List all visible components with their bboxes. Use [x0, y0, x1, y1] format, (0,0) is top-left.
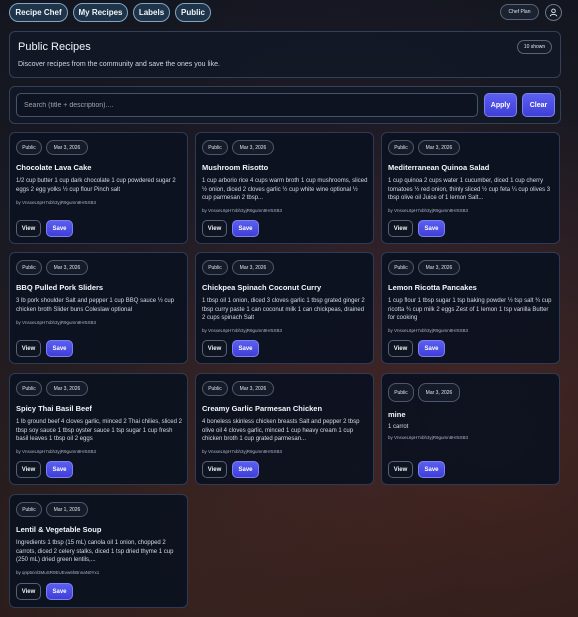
recipe-card: Public Mar 1, 2026 Lentil & Vegetable So…: [9, 494, 188, 608]
page-title: Public Recipes: [18, 41, 91, 53]
date-badge: Mar 3, 2026: [418, 140, 460, 155]
plan-badge[interactable]: Chef Plan: [500, 4, 539, 20]
recipe-title: Creamy Garlic Parmesan Chicken: [202, 404, 323, 413]
recipe-author: by VnsxeL6pH7xbh3yjR9gumn8Hr5XB3: [388, 328, 469, 333]
date-badge: Mar 3, 2026: [46, 260, 88, 275]
visibility-badge: Public: [16, 140, 42, 155]
date-badge: Mar 3, 2026: [418, 383, 460, 402]
nav-public[interactable]: Public: [175, 3, 211, 22]
date-badge: Mar 3, 2026: [232, 140, 274, 155]
nav-labels[interactable]: Labels: [133, 3, 170, 22]
nav-my-recipes[interactable]: My Recipes: [73, 3, 128, 22]
recipe-card: Public Mar 3, 2026 Chickpea Spinach Coco…: [195, 252, 374, 364]
recipe-card: Public Mar 3, 2026 Lemon Ricotta Pancake…: [381, 252, 560, 364]
recipe-description: 3 lb pork shoulder Salt and pepper 1 cup…: [16, 298, 175, 313]
save-button[interactable]: Save: [46, 340, 73, 357]
visibility-badge: Public: [202, 381, 228, 396]
recipe-title: Lentil & Vegetable Soup: [16, 525, 102, 534]
visibility-badge: Public: [202, 260, 228, 275]
view-button[interactable]: View: [388, 220, 413, 237]
view-button[interactable]: View: [388, 461, 413, 478]
view-button[interactable]: View: [16, 461, 41, 478]
date-badge: Mar 3, 2026: [232, 381, 274, 396]
save-button[interactable]: Save: [232, 340, 259, 357]
save-button[interactable]: Save: [418, 220, 445, 237]
visibility-badge: Public: [202, 140, 228, 155]
recipe-description: 1 cup arborio rice 4 cups warm broth 1 c…: [202, 178, 368, 201]
recipe-card: Public Mar 3, 2026 Chocolate Lava Cake 1…: [9, 132, 188, 244]
recipe-card: Public Mar 3, 2026 mine 1 carrot by Vnsx…: [381, 373, 560, 485]
recipe-description: 1 lb ground beef 4 cloves garlic, minced…: [16, 419, 182, 442]
top-nav: Recipe Chef My Recipes Labels Public Che…: [0, 0, 578, 26]
header-panel: Public Recipes Discover recipes from the…: [9, 31, 561, 78]
save-button[interactable]: Save: [46, 461, 73, 478]
recipe-title: Chickpea Spinach Coconut Curry: [202, 283, 322, 292]
save-button[interactable]: Save: [232, 461, 259, 478]
count-badge: 10 shown: [517, 40, 552, 54]
visibility-badge: Public: [388, 260, 414, 275]
recipe-description: 1 tbsp oil 1 onion, diced 3 cloves garli…: [202, 298, 365, 321]
recipe-author: by VnsxeL6pH7xbh3yjR9gumn8Hr5XB3: [16, 200, 97, 205]
view-button[interactable]: View: [388, 340, 413, 357]
recipe-card: Public Mar 3, 2026 Mushroom Risotto 1 cu…: [195, 132, 374, 244]
view-button[interactable]: View: [202, 461, 227, 478]
user-icon: [549, 8, 558, 17]
recipe-author: by VnsxeL6pH7xbh3yjR9gumn8Hr5XB3: [202, 449, 283, 454]
recipe-description: 1 carrot: [388, 424, 409, 430]
search-panel: Apply Clear: [9, 86, 561, 124]
recipe-card: Public Mar 3, 2026 Creamy Garlic Parmesa…: [195, 373, 374, 485]
visibility-badge: Public: [16, 381, 42, 396]
save-button[interactable]: Save: [418, 461, 445, 478]
recipe-author: by VnsxeL6pH7xbh3yjR9gumn8Hr5XB3: [16, 449, 97, 454]
date-badge: Mar 1, 2026: [46, 502, 88, 517]
search-input[interactable]: [16, 93, 478, 117]
recipe-title: Chocolate Lava Cake: [16, 163, 92, 172]
clear-button[interactable]: Clear: [522, 93, 555, 117]
recipe-title: Spicy Thai Basil Beef: [16, 404, 92, 413]
date-badge: Mar 3, 2026: [46, 140, 88, 155]
view-button[interactable]: View: [16, 583, 41, 600]
view-button[interactable]: View: [16, 220, 41, 237]
date-badge: Mar 3, 2026: [232, 260, 274, 275]
visibility-badge: Public: [16, 260, 42, 275]
recipe-title: mine: [388, 410, 406, 419]
recipe-description: 4 boneless skinless chicken breasts Salt…: [202, 419, 360, 442]
recipe-title: Lemon Ricotta Pancakes: [388, 283, 477, 292]
recipe-card: Public Mar 3, 2026 Mediterranean Quinoa …: [381, 132, 560, 244]
recipe-author: by qnp5nnl3MuSR0EUEvw6hBnnaN0Yx1: [16, 570, 100, 575]
recipe-author: by VnsxeL6pH7xbh3yjR9gumn8Hr5XB3: [202, 208, 283, 213]
recipe-title: Mushroom Risotto: [202, 163, 269, 172]
view-button[interactable]: View: [202, 220, 227, 237]
page-subtitle: Discover recipes from the community and …: [18, 61, 220, 68]
recipe-description: 1 cup flour 1 tbsp sugar 1 tsp baking po…: [388, 298, 552, 321]
recipe-description: 1 cup quinoa 2 cups water 1 cucumber, di…: [388, 178, 551, 201]
recipe-card: Public Mar 3, 2026 BBQ Pulled Pork Slide…: [9, 252, 188, 364]
visibility-badge: Public: [16, 502, 42, 517]
save-button[interactable]: Save: [46, 220, 73, 237]
visibility-badge: Public: [388, 383, 414, 402]
nav-recipe-chef[interactable]: Recipe Chef: [9, 3, 68, 22]
recipe-title: BBQ Pulled Pork Sliders: [16, 283, 104, 292]
date-badge: Mar 3, 2026: [46, 381, 88, 396]
recipe-author: by VnsxeL6pH7xbh3yjR9gumn8Hr5XB3: [16, 320, 97, 325]
recipe-card: Public Mar 3, 2026 Spicy Thai Basil Beef…: [9, 373, 188, 485]
recipe-author: by VnsxeL6pH7xbh3yjR9gumn8Hr5XB3: [388, 435, 469, 440]
save-button[interactable]: Save: [418, 340, 445, 357]
recipe-description: Ingredients 1 tbsp (15 mL) canola oil 1 …: [16, 540, 174, 563]
save-button[interactable]: Save: [232, 220, 259, 237]
user-menu-button[interactable]: [545, 4, 562, 21]
apply-button[interactable]: Apply: [484, 93, 517, 117]
visibility-badge: Public: [388, 140, 414, 155]
save-button[interactable]: Save: [46, 583, 73, 600]
recipe-author: by VnsxeL6pH7xbh3yjR9gumn8Hr5XB3: [388, 208, 469, 213]
date-badge: Mar 3, 2026: [418, 260, 460, 275]
recipe-author: by VnsxeL6pH7xbh3yjR9gumn8Hr5XB3: [202, 328, 283, 333]
view-button[interactable]: View: [202, 340, 227, 357]
view-button[interactable]: View: [16, 340, 41, 357]
recipe-title: Mediterranean Quinoa Salad: [388, 163, 490, 172]
recipe-description: 1/2 cup butter 1 cup dark chocolate 1 cu…: [16, 178, 176, 193]
